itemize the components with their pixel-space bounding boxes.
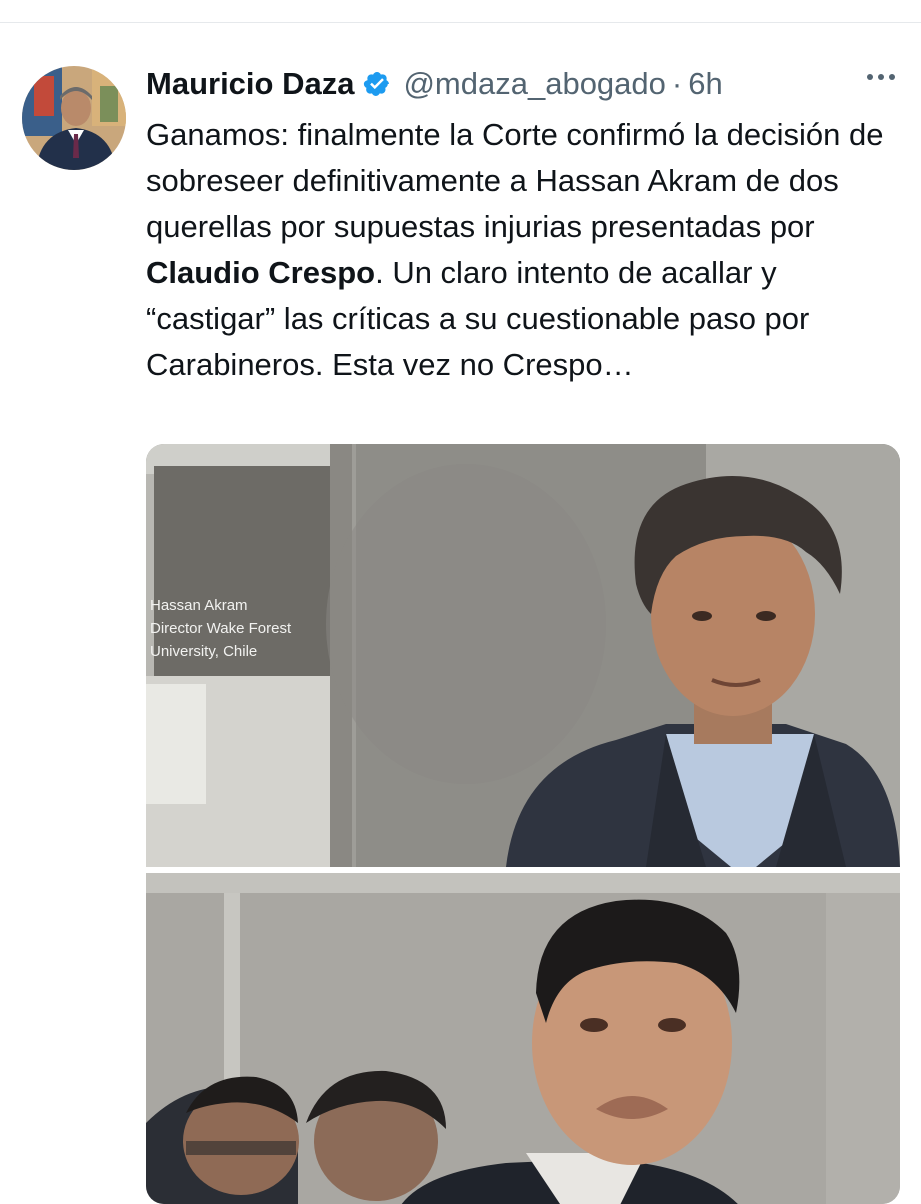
separator-dot: ·: [671, 66, 683, 101]
media-photo-top[interactable]: Hassan Akram Director Wake Forest Univer…: [146, 444, 900, 867]
tweet-text: Ganamos: finalmente la Corte confirmó la…: [146, 112, 896, 388]
tweet-timestamp[interactable]: 6h: [688, 66, 722, 102]
mention-claudio-crespo: Claudio Crespo: [146, 255, 376, 290]
sign-line-2: Director Wake Forest: [150, 620, 292, 637]
author-avatar[interactable]: [22, 66, 126, 170]
more-options-icon[interactable]: [867, 74, 895, 80]
verified-badge-icon: [363, 70, 391, 98]
author-name[interactable]: Mauricio Daza: [146, 66, 354, 102]
photo-sign-text: Hassan Akram Director Wake Forest Univer…: [150, 594, 340, 663]
sign-line-1: Hassan Akram: [150, 597, 248, 614]
author-handle[interactable]: @mdaza_abogado: [403, 66, 665, 102]
tweet-media[interactable]: Hassan Akram Director Wake Forest Univer…: [146, 444, 900, 1204]
photo-claudio-crespo: [146, 873, 900, 1204]
top-divider: [0, 22, 921, 23]
media-photo-bottom[interactable]: [146, 873, 900, 1204]
avatar-photo: [22, 66, 126, 170]
tweet-header: Mauricio Daza @mdaza_abogado · 6h: [146, 60, 897, 108]
sign-line-3: University, Chile: [150, 643, 258, 660]
tweet-text-part1: Ganamos: finalmente la Corte confirmó la…: [146, 117, 884, 244]
